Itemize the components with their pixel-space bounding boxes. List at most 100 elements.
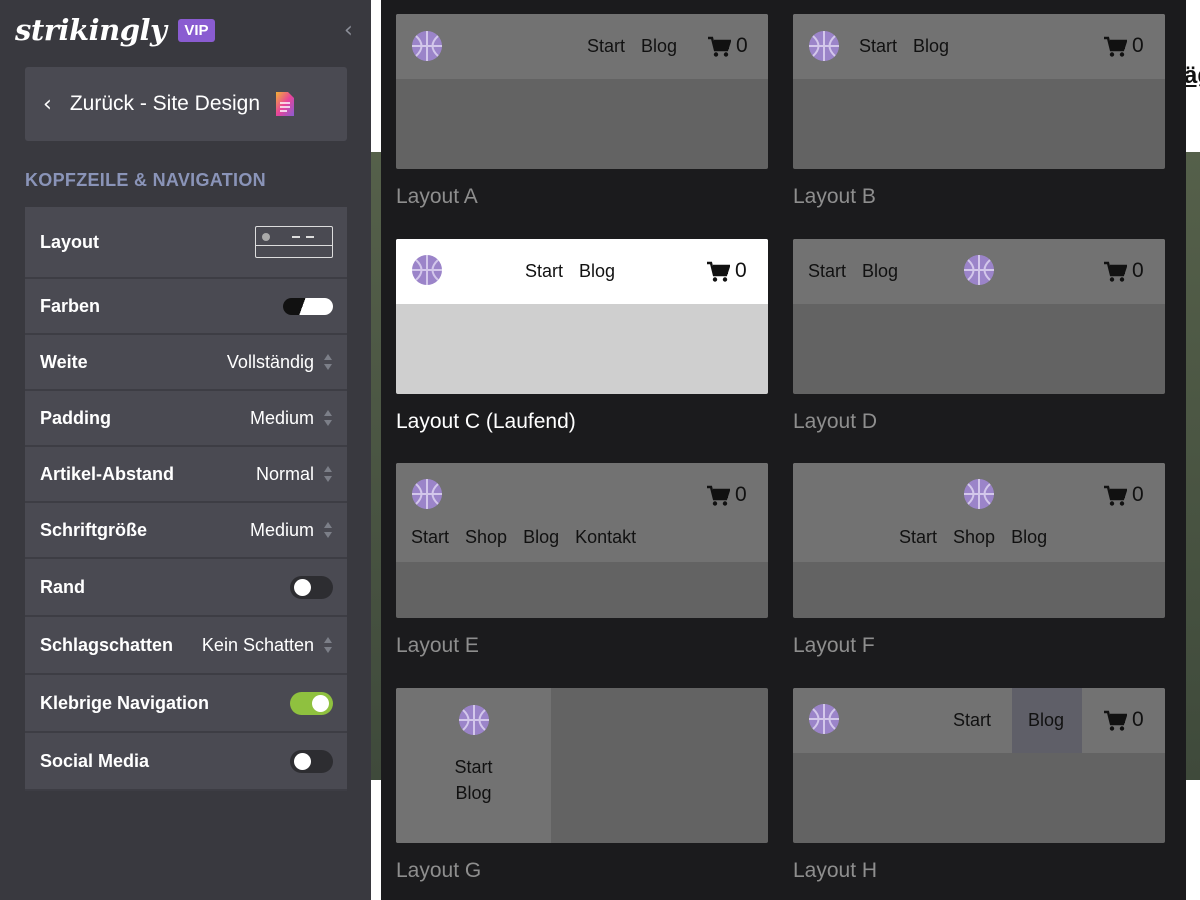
setting-layout[interactable]: Layout [25,207,347,279]
nav-item: Shop [953,527,996,547]
layout-label: Layout H [793,859,878,882]
font-size-select[interactable]: Medium [250,520,314,541]
setting-colors[interactable]: Farben [25,279,347,335]
select-arrows-icon [324,521,333,539]
nav-item: Start [454,757,493,777]
layout-preview[interactable]: Start Blog 0 [793,239,1165,394]
cart-count: 0 [1132,483,1144,506]
cart-icon [706,261,730,282]
layout-option-e[interactable]: 0 Start Shop Blog Kontakt Layout E [396,463,768,658]
site-partial-text[interactable]: äg [1184,62,1200,90]
document-icon [276,92,295,116]
cart-count: 0 [1132,259,1144,282]
cart-icon [1103,261,1127,282]
nav-item: Start [525,261,564,281]
cart-count: 0 [735,483,747,506]
layout-label: Layout E [396,634,479,657]
layout-preview[interactable]: 0 Start Shop Blog [793,463,1165,618]
section-title: KOPFZEILE & NAVIGATION [25,170,266,190]
select-arrows-icon [324,636,333,654]
layout-preview[interactable]: 0 Start Shop Blog Kontakt [396,463,768,618]
nav-item: Blog [1011,527,1048,547]
nav-item: Blog [913,36,950,56]
logo-icon [963,478,995,510]
back-label: Zurück - Site Design [69,92,261,115]
setting-label: Farben [40,295,101,316]
logo-icon [963,254,995,286]
cart-icon [1103,485,1127,506]
cart-count: 0 [1132,708,1144,731]
logo-icon [808,30,840,62]
nav-item: Blog [1028,710,1065,730]
setting-social-media[interactable]: Social Media [25,733,347,791]
setting-item-spacing[interactable]: Artikel-Abstand Normal [25,447,347,503]
setting-label: Klebrige Navigation [40,692,210,713]
cart-icon [707,36,731,57]
layout-preview[interactable]: Start Blog 0 [396,239,768,394]
layout-option-b[interactable]: Start Blog 0 Layout B [793,14,1165,209]
layout-preview[interactable]: Start Blog 0 [793,14,1165,169]
social-media-toggle[interactable] [290,749,333,773]
vip-badge: VIP [178,18,215,42]
setting-sticky-navigation[interactable]: Klebrige Navigation [25,675,347,733]
nav-item: Blog [455,783,492,803]
setting-label: Schriftgröße [40,519,148,540]
setting-font-size[interactable]: Schriftgröße Medium [25,503,347,559]
nav-item: Start [953,710,992,730]
brand: strikingly VIP [15,10,215,50]
setting-label: Rand [40,576,85,597]
layout-label: Layout F [793,634,875,657]
border-toggle[interactable] [290,575,333,599]
setting-width[interactable]: Weite Vollständig [25,335,347,391]
select-arrows-icon [324,353,333,371]
sticky-navigation-toggle[interactable] [290,691,333,715]
nav-item: Start [899,527,938,547]
layout-label: Layout A [396,185,478,208]
setting-drop-shadow[interactable]: Schlagschatten Kein Schatten [25,617,347,675]
layout-option-f[interactable]: 0 Start Shop Blog Layout F [793,463,1165,658]
layout-label: Layout B [793,185,876,208]
width-select[interactable]: Vollständig [227,352,314,373]
logo-icon [411,254,443,286]
cart-icon [1103,710,1127,731]
layout-option-g[interactable]: Start Blog Layout G [396,688,768,883]
layout-option-a[interactable]: Start Blog 0 Layout A [396,14,768,209]
layout-preview[interactable]: Start Blog [396,688,768,843]
setting-label: Weite [40,351,88,372]
layout-chooser-panel: Start Blog 0 Layout A Start Blog 0 Layout … [381,0,1186,900]
setting-label: Artikel-Abstand [40,463,175,484]
setting-label: Padding [40,407,111,428]
setting-padding[interactable]: Padding Medium [25,391,347,447]
back-site-design-button[interactable]: ‹ Zurück - Site Design [25,67,347,141]
logo-icon [458,704,490,736]
nav-item: Start [411,527,450,547]
strikingly-logo[interactable]: strikingly [15,13,167,47]
setting-label: Layout [40,231,100,252]
cart-count: 0 [736,34,748,57]
select-arrows-icon [324,409,333,427]
padding-select[interactable]: Medium [250,408,314,429]
logo-icon [411,478,443,510]
nav-item: Kontakt [575,527,637,547]
layout-preview[interactable]: Start Blog 0 [396,14,768,169]
shadow-select[interactable]: Kein Schatten [202,635,314,656]
layout-thumbnail[interactable] [255,226,333,258]
layout-label: Layout D [793,410,878,433]
logo-icon [411,30,443,62]
layout-option-h[interactable]: Start Blog 0 Layout H [793,688,1165,883]
setting-label: Schlagschatten [40,634,174,655]
spacing-select[interactable]: Normal [256,464,314,485]
colors-toggle[interactable] [283,297,333,315]
setting-border[interactable]: Rand [25,559,347,617]
select-arrows-icon [324,465,333,483]
layout-preview[interactable]: Start Blog 0 [793,688,1165,843]
logo-icon [808,703,840,735]
layout-option-d[interactable]: Start Blog 0 Layout D [793,239,1165,434]
layout-label: Layout G [396,859,482,882]
chevron-left-icon[interactable]: ‹ [344,18,353,43]
layout-option-c[interactable]: Start Blog 0 Layout C (Laufend) [396,239,768,434]
setting-label: Social Media [40,750,150,771]
cart-icon [706,485,730,506]
cart-count: 0 [735,259,747,282]
nav-item: Shop [465,527,508,547]
